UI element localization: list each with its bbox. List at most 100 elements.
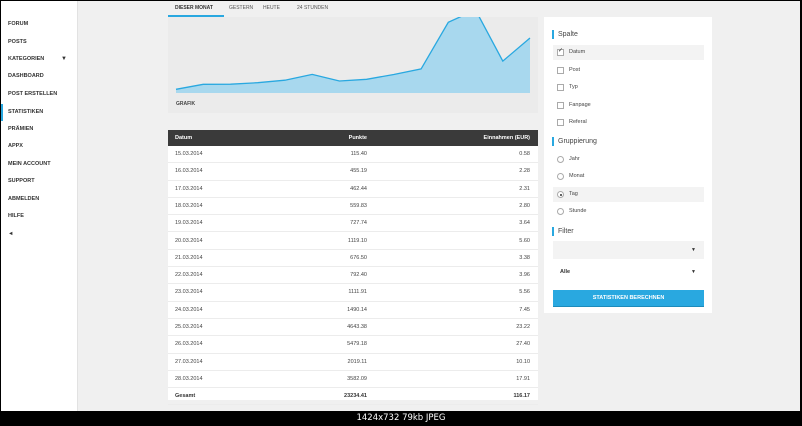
option-label: Monat: [569, 173, 585, 179]
chart-area-fill: [176, 17, 530, 93]
radio-icon[interactable]: [557, 173, 564, 180]
table-row: 28.03.2014 3582.09 17.91: [168, 371, 538, 389]
checkbox-icon[interactable]: [557, 67, 564, 74]
date-cell: 24.03.2014: [175, 306, 203, 313]
option-label: Datum: [569, 49, 586, 55]
radio-stunde[interactable]: Stunde: [553, 204, 704, 219]
earnings-cell: 23.22: [516, 324, 530, 330]
tab-heute[interactable]: HEUTE: [263, 5, 280, 11]
date-cell: 25.03.2014: [175, 324, 203, 330]
option-label: Typ: [569, 84, 578, 90]
table-row: 16.03.2014 455.19 2.28: [168, 163, 538, 181]
earnings-cell: 10.10: [516, 358, 530, 365]
header-punkte: Punkte: [348, 135, 367, 141]
option-label: Stunde: [569, 208, 587, 214]
table-row: 24.03.2014 1490.14 7.45: [168, 302, 538, 319]
sidebar: FORUM POSTS KATEGORIEN ▼ DASHBOARD POST E…: [1, 1, 78, 411]
checkbox-datum[interactable]: Datum: [553, 45, 704, 60]
checkbox-referal[interactable]: Referal: [553, 115, 704, 130]
table-row: 19.03.2014 727.74 3.64: [168, 215, 538, 233]
earnings-cell: 0.58: [519, 151, 530, 157]
table-row: 20.03.2014 1119.10 5.60: [168, 233, 538, 250]
header-datum: Datum: [175, 135, 193, 141]
calculate-statistics-button[interactable]: STATISTIKEN BERECHNEN: [553, 290, 704, 307]
earnings-cell: 3.38: [519, 254, 530, 261]
sidebar-item-posts[interactable]: POSTS: [1, 34, 77, 51]
sidebar-item-label: FORUM: [8, 21, 29, 27]
spalte-title: Spalte: [552, 30, 578, 39]
collapse-sidebar-icon[interactable]: ◄: [1, 226, 77, 243]
sidebar-item-kategorien[interactable]: KATEGORIEN ▼: [1, 51, 77, 68]
sidebar-item-label: SUPPORT: [8, 178, 35, 184]
points-cell: 23234.41: [344, 393, 367, 400]
earnings-cell: 7.45: [519, 306, 530, 313]
sidebar-item-statistiken[interactable]: STATISTIKEN: [1, 104, 77, 121]
tab-gestern[interactable]: GESTERN: [229, 5, 253, 11]
points-cell: 1111.91: [348, 289, 367, 296]
table-row: 17.03.2014 462.44 2.31: [168, 181, 538, 198]
earnings-cell: 3.96: [519, 272, 530, 279]
checkbox-icon[interactable]: [557, 47, 564, 56]
radio-tag[interactable]: Tag: [553, 187, 704, 202]
checkbox-icon[interactable]: [557, 84, 564, 91]
image-caption: 1424x732 79kb JPEG: [356, 413, 446, 423]
sidebar-item-forum[interactable]: FORUM: [1, 16, 77, 33]
date-cell: 18.03.2014: [175, 202, 203, 209]
tab-24-stunden[interactable]: 24 STUNDEN: [297, 5, 328, 11]
date-cell: 20.03.2014: [175, 237, 203, 244]
earnings-cell: 5.56: [519, 289, 530, 296]
sidebar-item-label: HILFE: [8, 213, 24, 219]
filter-select-1[interactable]: ▼: [553, 241, 704, 259]
chevron-down-icon: ▼: [691, 247, 696, 253]
table-row: 27.03.2014 2019.11 10.10: [168, 354, 538, 371]
checkbox-icon[interactable]: [557, 102, 564, 109]
sidebar-item-mein-account[interactable]: MEIN ACCOUNT: [1, 156, 77, 173]
points-cell: 1490.14: [347, 306, 367, 313]
earnings-cell: 27.40: [516, 341, 530, 348]
table-row: 23.03.2014 1111.91 5.56: [168, 284, 538, 302]
date-cell: 27.03.2014: [175, 358, 203, 365]
chevron-down-icon: ▼: [61, 56, 67, 62]
chevron-down-icon: ▼: [691, 269, 696, 275]
points-cell: 115.40: [350, 151, 367, 157]
date-cell: 19.03.2014: [175, 220, 203, 227]
date-cell: 23.03.2014: [175, 289, 203, 296]
gruppierung-title: Gruppierung: [552, 137, 597, 146]
sidebar-item-post-erstellen[interactable]: POST ERSTELLEN: [1, 86, 77, 103]
radio-icon[interactable]: [557, 156, 564, 163]
earnings-cell: 2.31: [519, 185, 530, 192]
sidebar-item-dashboard[interactable]: DASHBOARD: [1, 68, 77, 85]
checkbox-post[interactable]: Post: [553, 63, 704, 78]
checkbox-icon[interactable]: [557, 119, 564, 126]
option-label: Post: [569, 67, 581, 73]
sidebar-item-praemien[interactable]: PRÄMIEN: [1, 121, 77, 138]
checkbox-typ[interactable]: Typ: [553, 80, 704, 95]
earnings-area-chart: [175, 17, 531, 93]
table-total-row: Gesamt 23234.41 116.17: [168, 388, 538, 406]
sidebar-item-appx[interactable]: APPX: [1, 138, 77, 155]
sidebar-item-hilfe[interactable]: HILFE: [1, 208, 77, 225]
radio-icon[interactable]: [557, 208, 564, 215]
checkbox-fanpage[interactable]: Fanpage: [553, 98, 704, 113]
sidebar-item-label: APPX: [8, 143, 23, 149]
option-label: Referal: [569, 119, 587, 125]
points-cell: 455.19: [350, 168, 367, 175]
sidebar-item-label: KATEGORIEN: [8, 56, 45, 62]
earnings-cell: 3.64: [519, 220, 530, 227]
tab-dieser-monat[interactable]: DIESER MONAT: [175, 5, 213, 11]
sidebar-item-support[interactable]: SUPPORT: [1, 173, 77, 190]
sidebar-item-label: POST ERSTELLEN: [8, 91, 58, 97]
points-cell: 462.44: [350, 185, 367, 192]
earnings-cell: 2.80: [519, 202, 530, 209]
sidebar-item-label: POSTS: [8, 39, 27, 45]
table-row: 26.03.2014 5479.18 27.40: [168, 336, 538, 354]
radio-jahr[interactable]: Jahr: [553, 152, 704, 167]
radio-monat[interactable]: Monat: [553, 169, 704, 184]
points-cell: 727.74: [350, 220, 367, 227]
sidebar-item-abmelden[interactable]: ABMELDEN: [1, 191, 77, 208]
option-label: Tag: [569, 191, 578, 197]
radio-icon[interactable]: [557, 191, 564, 198]
chart-panel: GRAFIK: [168, 17, 538, 113]
filter-select-2[interactable]: Alle ▼: [553, 263, 704, 281]
option-label: Fanpage: [569, 102, 591, 108]
